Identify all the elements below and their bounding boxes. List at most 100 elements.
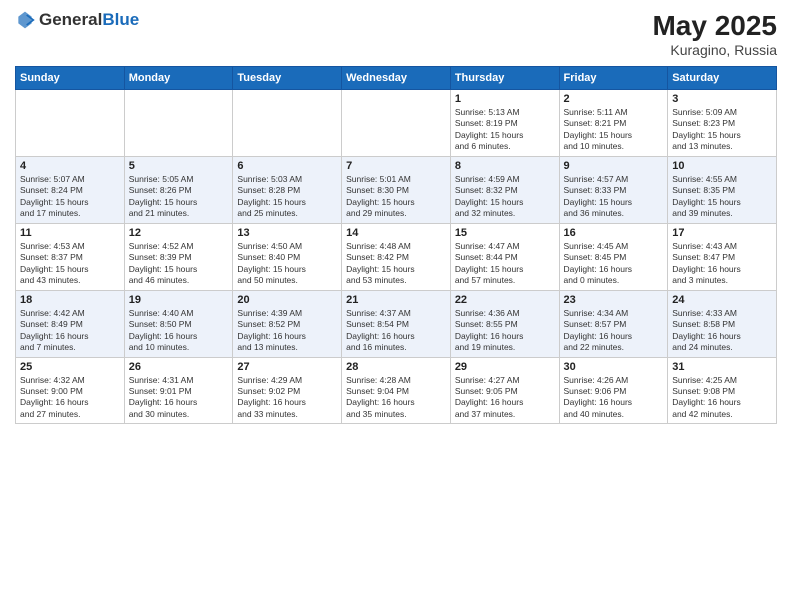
col-sunday: Sunday <box>16 67 125 90</box>
table-row: 18 Sunrise: 4:42 AMSunset: 8:49 PMDayligh… <box>16 290 125 357</box>
table-row <box>342 90 451 157</box>
table-row <box>16 90 125 157</box>
day-info: Sunrise: 4:25 AMSunset: 9:08 PMDaylight:… <box>672 375 772 421</box>
day-info: Sunrise: 4:45 AMSunset: 8:45 PMDaylight:… <box>564 241 664 287</box>
table-row: 9Sunrise: 4:57 AMSunset: 8:33 PMDaylight… <box>559 156 668 223</box>
table-row: 19 Sunrise: 4:40 AMSunset: 8:50 PMDayligh… <box>124 290 233 357</box>
table-row: 4 Sunrise: 5:07 AMSunset: 8:24 PMDaylight… <box>16 156 125 223</box>
col-wednesday: Wednesday <box>342 67 451 90</box>
day-number: 1 <box>455 93 555 105</box>
table-row: 22 Sunrise: 4:36 AMSunset: 8:55 PMDayligh… <box>450 290 559 357</box>
table-row: 6Sunrise: 5:03 AMSunset: 8:28 PMDaylight… <box>233 156 342 223</box>
table-row: 8 Sunrise: 4:59 AMSunset: 8:32 PMDaylight… <box>450 156 559 223</box>
calendar-week-row: 1Sunrise: 5:13 AMSunset: 8:19 PMDaylight… <box>16 90 777 157</box>
table-row: 21 Sunrise: 4:37 AMSunset: 8:54 PMDayligh… <box>342 290 451 357</box>
day-info: Sunrise: 4:59 AMSunset: 8:32 PMDaylight:… <box>455 174 555 220</box>
table-row: 25 Sunrise: 4:32 AMSunset: 9:00 PMDayligh… <box>16 357 125 424</box>
table-row: 11 Sunrise: 4:53 AMSunset: 8:37 PMDayligh… <box>16 223 125 290</box>
table-row: 17 Sunrise: 4:43 AMSunset: 8:47 PMDayligh… <box>668 223 777 290</box>
calendar-week-row: 18 Sunrise: 4:42 AMSunset: 8:49 PMDayligh… <box>16 290 777 357</box>
day-number: 24 <box>672 294 772 306</box>
table-row: 16 Sunrise: 4:45 AMSunset: 8:45 PMDayligh… <box>559 223 668 290</box>
calendar-week-row: 25 Sunrise: 4:32 AMSunset: 9:00 PMDayligh… <box>16 357 777 424</box>
col-thursday: Thursday <box>450 67 559 90</box>
table-row: 13Sunrise: 4:50 AMSunset: 8:40 PMDayligh… <box>233 223 342 290</box>
table-row: 27 Sunrise: 4:29 AMSunset: 9:02 PMDayligh… <box>233 357 342 424</box>
day-info: Sunrise: 4:36 AMSunset: 8:55 PMDaylight:… <box>455 308 555 354</box>
day-number: 25 <box>20 361 120 373</box>
day-number: 22 <box>455 294 555 306</box>
day-number: 7 <box>346 160 446 172</box>
table-row: 2Sunrise: 5:11 AMSunset: 8:21 PMDaylight… <box>559 90 668 157</box>
day-number: 21 <box>346 294 446 306</box>
logo-text: GeneralBlue <box>39 10 139 30</box>
header: GeneralBlue May 2025 Kuragino, Russia <box>15 10 777 58</box>
day-number: 15 <box>455 227 555 239</box>
day-info: Sunrise: 4:43 AMSunset: 8:47 PMDaylight:… <box>672 241 772 287</box>
col-monday: Monday <box>124 67 233 90</box>
general-blue-icon <box>15 10 35 30</box>
table-row: 7 Sunrise: 5:01 AMSunset: 8:30 PMDaylight… <box>342 156 451 223</box>
table-row: 31Sunrise: 4:25 AMSunset: 9:08 PMDayligh… <box>668 357 777 424</box>
table-row: 26Sunrise: 4:31 AMSunset: 9:01 PMDayligh… <box>124 357 233 424</box>
calendar-week-row: 4 Sunrise: 5:07 AMSunset: 8:24 PMDaylight… <box>16 156 777 223</box>
day-info: Sunrise: 4:53 AMSunset: 8:37 PMDaylight:… <box>20 241 120 287</box>
day-number: 17 <box>672 227 772 239</box>
day-info: Sunrise: 4:32 AMSunset: 9:00 PMDaylight:… <box>20 375 120 421</box>
table-row: 24 Sunrise: 4:33 AMSunset: 8:58 PMDayligh… <box>668 290 777 357</box>
day-info: Sunrise: 4:39 AMSunset: 8:52 PMDaylight:… <box>237 308 337 354</box>
day-info: Sunrise: 4:42 AMSunset: 8:49 PMDaylight:… <box>20 308 120 354</box>
table-row: 1Sunrise: 5:13 AMSunset: 8:19 PMDaylight… <box>450 90 559 157</box>
calendar-header-row: Sunday Monday Tuesday Wednesday Thursday… <box>16 67 777 90</box>
calendar-table: Sunday Monday Tuesday Wednesday Thursday… <box>15 66 777 424</box>
day-number: 8 <box>455 160 555 172</box>
day-info: Sunrise: 4:33 AMSunset: 8:58 PMDaylight:… <box>672 308 772 354</box>
day-number: 4 <box>20 160 120 172</box>
day-number: 18 <box>20 294 120 306</box>
table-row: 5 Sunrise: 5:05 AMSunset: 8:26 PMDaylight… <box>124 156 233 223</box>
day-info: Sunrise: 4:31 AMSunset: 9:01 PMDaylight:… <box>129 375 229 421</box>
table-row: 15Sunrise: 4:47 AMSunset: 8:44 PMDayligh… <box>450 223 559 290</box>
logo-general: General <box>39 10 102 29</box>
calendar-page: GeneralBlue May 2025 Kuragino, Russia Su… <box>0 0 792 612</box>
day-number: 23 <box>564 294 664 306</box>
day-number: 19 <box>129 294 229 306</box>
day-number: 9 <box>564 160 664 172</box>
day-info: Sunrise: 5:05 AMSunset: 8:26 PMDaylight:… <box>129 174 229 220</box>
table-row <box>233 90 342 157</box>
day-info: Sunrise: 5:09 AMSunset: 8:23 PMDaylight:… <box>672 107 772 153</box>
day-number: 6 <box>237 160 337 172</box>
day-info: Sunrise: 4:50 AMSunset: 8:40 PMDaylight:… <box>237 241 337 287</box>
day-info: Sunrise: 5:01 AMSunset: 8:30 PMDaylight:… <box>346 174 446 220</box>
table-row: 23 Sunrise: 4:34 AMSunset: 8:57 PMDayligh… <box>559 290 668 357</box>
day-info: Sunrise: 4:29 AMSunset: 9:02 PMDaylight:… <box>237 375 337 421</box>
day-info: Sunrise: 4:37 AMSunset: 8:54 PMDaylight:… <box>346 308 446 354</box>
day-info: Sunrise: 4:48 AMSunset: 8:42 PMDaylight:… <box>346 241 446 287</box>
day-info: Sunrise: 4:27 AMSunset: 9:05 PMDaylight:… <box>455 375 555 421</box>
day-number: 14 <box>346 227 446 239</box>
day-info: Sunrise: 4:28 AMSunset: 9:04 PMDaylight:… <box>346 375 446 421</box>
month-year: May 2025 <box>652 10 777 42</box>
day-info: Sunrise: 4:34 AMSunset: 8:57 PMDaylight:… <box>564 308 664 354</box>
day-number: 29 <box>455 361 555 373</box>
day-number: 28 <box>346 361 446 373</box>
day-number: 16 <box>564 227 664 239</box>
day-info: Sunrise: 5:07 AMSunset: 8:24 PMDaylight:… <box>20 174 120 220</box>
day-number: 5 <box>129 160 229 172</box>
table-row: 3 Sunrise: 5:09 AMSunset: 8:23 PMDaylight… <box>668 90 777 157</box>
day-info: Sunrise: 4:55 AMSunset: 8:35 PMDaylight:… <box>672 174 772 220</box>
day-info: Sunrise: 4:40 AMSunset: 8:50 PMDaylight:… <box>129 308 229 354</box>
table-row: 20Sunrise: 4:39 AMSunset: 8:52 PMDayligh… <box>233 290 342 357</box>
day-number: 27 <box>237 361 337 373</box>
table-row <box>124 90 233 157</box>
day-number: 10 <box>672 160 772 172</box>
day-number: 11 <box>20 227 120 239</box>
logo-blue: Blue <box>102 10 139 29</box>
day-info: Sunrise: 4:26 AMSunset: 9:06 PMDaylight:… <box>564 375 664 421</box>
day-number: 3 <box>672 93 772 105</box>
day-number: 30 <box>564 361 664 373</box>
col-tuesday: Tuesday <box>233 67 342 90</box>
day-number: 2 <box>564 93 664 105</box>
location: Kuragino, Russia <box>652 42 777 58</box>
table-row: 28 Sunrise: 4:28 AMSunset: 9:04 PMDayligh… <box>342 357 451 424</box>
